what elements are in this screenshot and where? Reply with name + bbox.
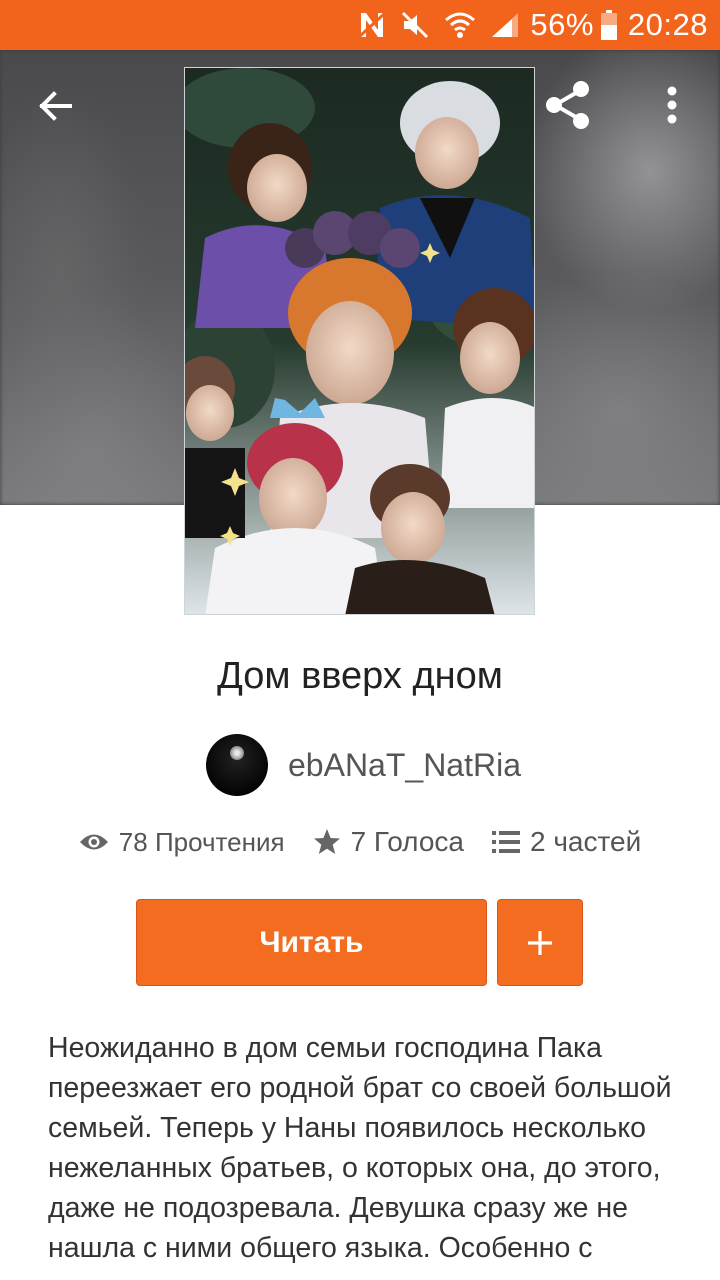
description-line: Неожиданно в дом семьи господина Пака [48,1032,602,1064]
signal-icon [490,10,520,40]
description-line: семьей. Теперь у Наны появилось нескольк… [48,1112,647,1144]
battery-percent: 56% [530,7,594,42]
battery-icon [600,9,618,41]
description-line: переезжает его родной брат со своей боль… [48,1072,672,1104]
author-link[interactable]: ebANaT_NatRia [206,734,521,796]
n-notification-icon [358,10,386,40]
mute-icon [400,10,430,40]
parts-count: 2 частей [529,826,642,857]
arrow-left-icon [39,91,72,121]
more-options-button[interactable] [644,77,700,133]
list-icon [491,830,520,854]
back-button[interactable] [28,78,84,134]
add-to-library-button[interactable] [497,899,583,986]
description-line: даже не подозревала. Девушка сразу же не [48,1192,629,1224]
description-line: нашла с ними общего языка. Особенно с [48,1232,593,1264]
clock: 20:28 [627,7,708,42]
reads-stat: 78 Прочтения [79,827,285,858]
story-title: Дом вверх дном [217,655,503,697]
author-name: ebANaT_NatRia [288,746,521,783]
story-stats: 78 Прочтения 7 Голоса 2 частей [0,826,720,858]
votes-stat: 7 Голоса [313,826,464,858]
story-description: Неожиданно в дом семьи господина Пака пе… [48,1028,678,1268]
reads-count: 78 Прочтения [118,826,285,857]
read-button-label: Читать [259,925,364,959]
description-line: нежеланных братьев, о которых она, до эт… [48,1152,661,1184]
wifi-icon [444,10,476,40]
avatar [206,734,268,796]
plus-icon [528,930,552,955]
share-button[interactable] [540,77,596,133]
star-icon [313,828,341,856]
votes-count: 7 Голоса [350,826,464,857]
book-cover-image[interactable] [184,67,535,615]
read-button[interactable]: Читать [136,899,487,986]
parts-stat: 2 частей [491,826,642,858]
share-icon [546,81,589,129]
status-bar: 56% 20:28 [0,0,720,50]
eye-icon [79,831,109,853]
more-vertical-icon [667,86,677,124]
